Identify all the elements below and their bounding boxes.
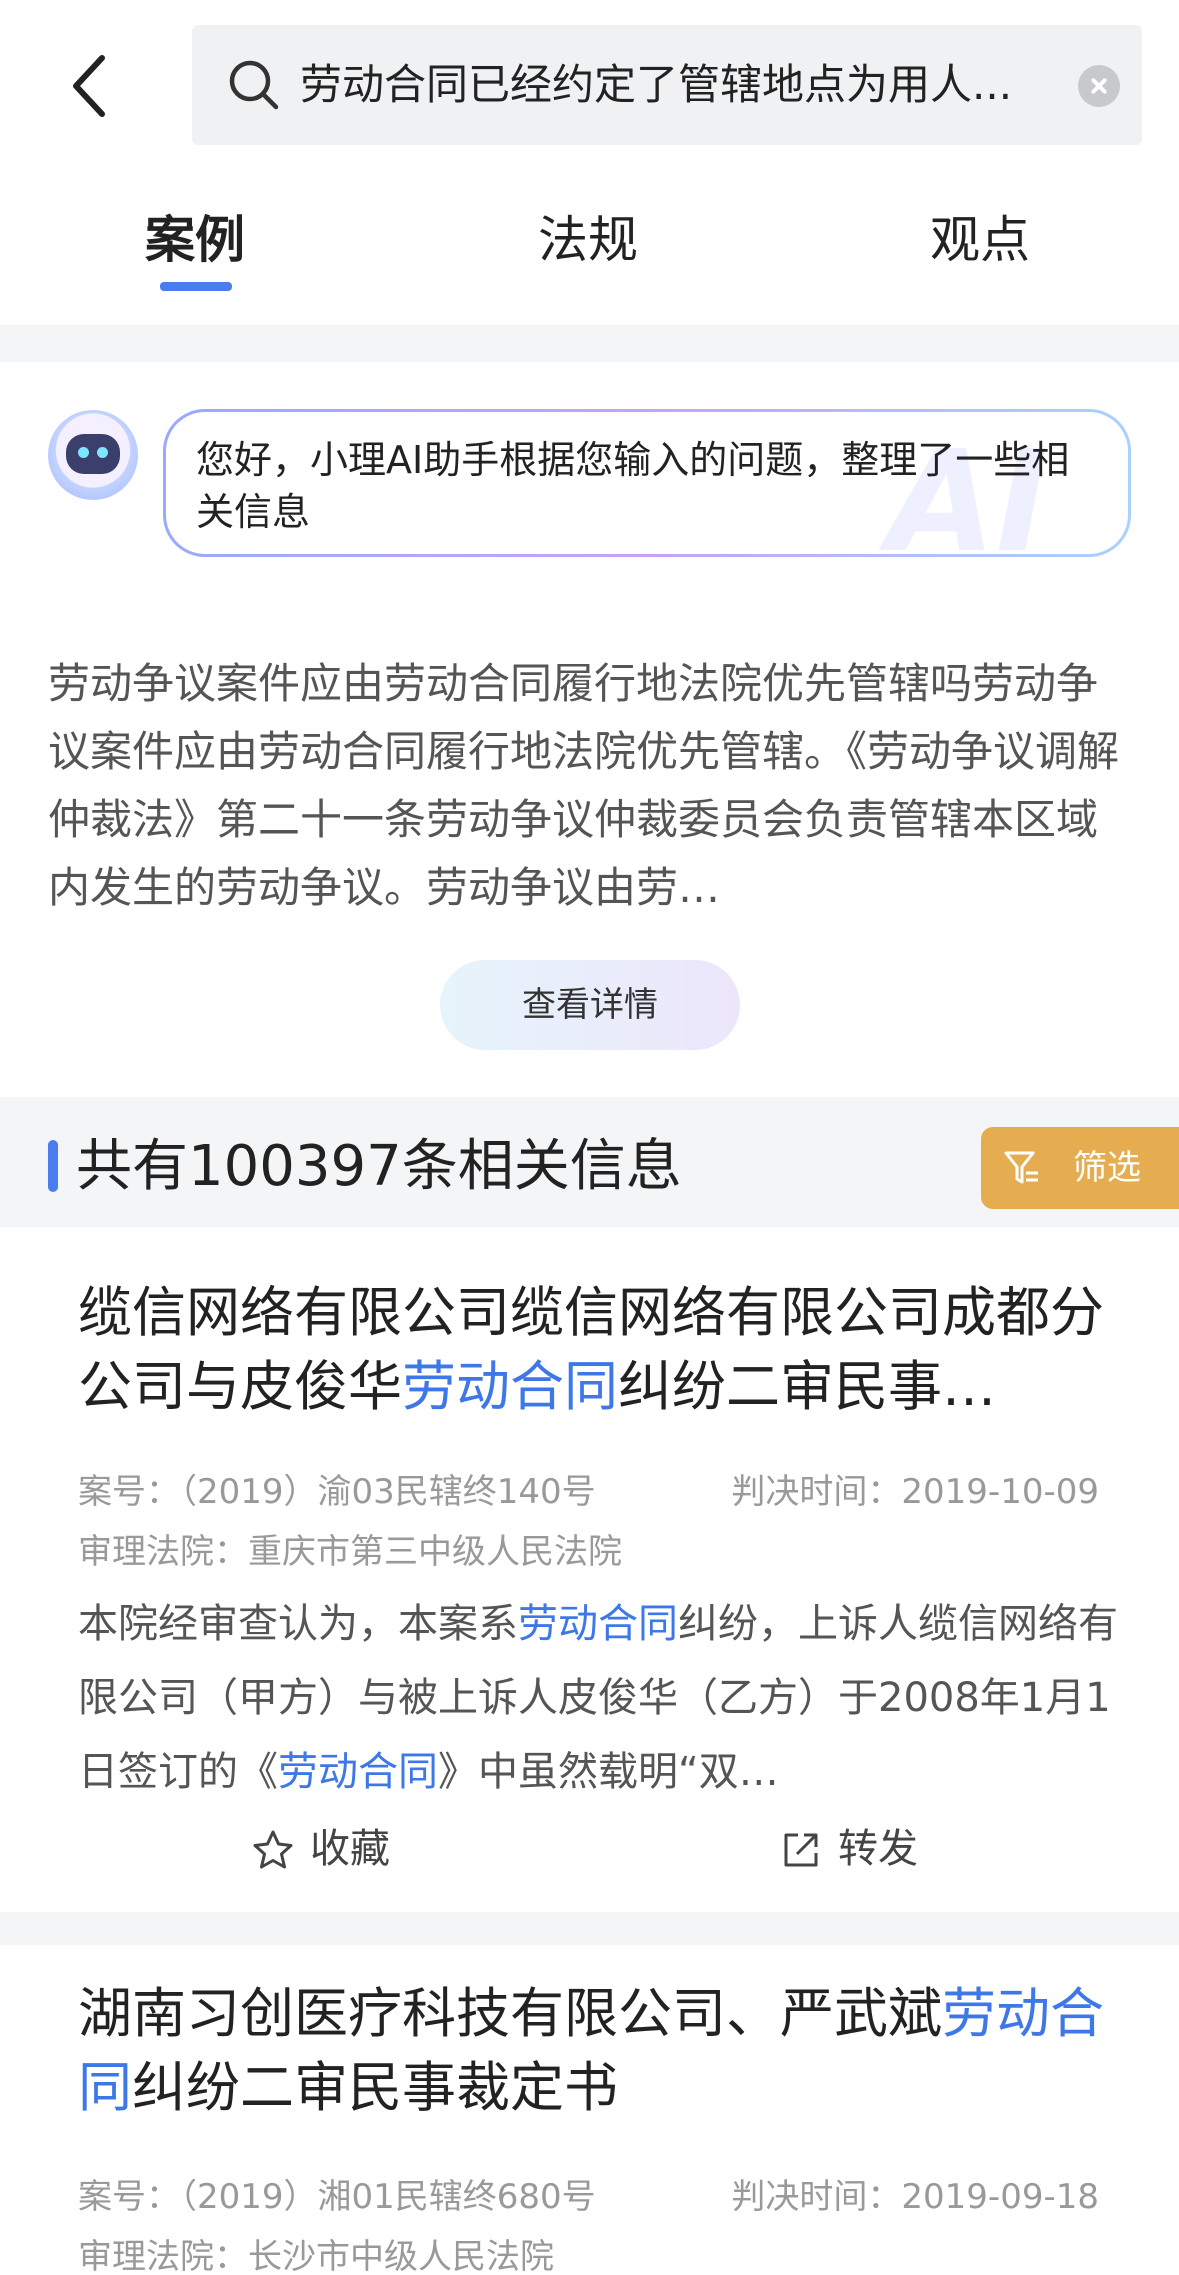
tab-bar: 案例 法规 观点 [0, 160, 1179, 325]
top-bar: 劳动合同已经约定了管辖地点为用人... [0, 0, 1179, 160]
forward-label: 转发 [838, 1826, 918, 1872]
case-title-text-end: 纠纷二审民事裁定书 [132, 2056, 618, 2119]
tab-cases[interactable]: 案例 [145, 205, 245, 275]
search-query[interactable]: 劳动合同已经约定了管辖地点为用人... [300, 57, 1040, 113]
favorite-label: 收藏 [310, 1826, 390, 1872]
search-bar[interactable]: 劳动合同已经约定了管辖地点为用人... [192, 25, 1142, 145]
filter-button[interactable]: 筛选 [981, 1127, 1179, 1209]
tab-regulations[interactable]: 法规 [538, 205, 638, 275]
case-title[interactable]: 缆信网络有限公司缆信网络有限公司成都分公司与皮俊华劳动合同纠纷二审民事… [78, 1276, 1118, 1424]
favorite-button[interactable]: 收藏 [252, 1819, 452, 1879]
trial-court: 审理法院：长沙市中级人民法院 [78, 2237, 554, 2275]
share-icon [784, 1833, 818, 1867]
tab-opinions[interactable]: 观点 [930, 205, 1030, 275]
active-tab-indicator [160, 282, 232, 291]
case-title-highlight: 劳动合同 [402, 1355, 618, 1418]
filter-icon [1004, 1151, 1038, 1184]
clear-icon[interactable] [1078, 65, 1120, 107]
ai-assistant-panel: AI 您好，小理AI助手根据您输入的问题，整理了一些相关信息 劳动争议案件应由劳… [0, 362, 1179, 1097]
case-title-text: 湖南习创医疗科技有限公司、严武斌 [78, 1982, 942, 2045]
case-card[interactable]: 缆信网络有限公司缆信网络有限公司成都分公司与皮俊华劳动合同纠纷二审民事… 案号：… [0, 1227, 1179, 1912]
results-count: 共有100397条相关信息 [76, 1134, 682, 1199]
trial-court: 审理法院：重庆市第三中级人民法院 [78, 1532, 622, 1572]
case-title[interactable]: 湖南习创医疗科技有限公司、严武斌劳动合同纠纷二审民事裁定书 [78, 1977, 1118, 2125]
case-number: 案号：（2019）渝03民辖终140号 [78, 1472, 596, 1512]
section-marker [48, 1140, 58, 1192]
ai-summary-text: 劳动争议案件应由劳动合同履行地法院优先管辖吗劳动争议案件应由劳动合同履行地法院优… [48, 659, 1120, 912]
case-card[interactable]: 湖南习创医疗科技有限公司、严武斌劳动合同纠纷二审民事裁定书 案号：（2019）湘… [0, 1945, 1179, 2275]
filter-label: 筛选 [1073, 1148, 1141, 1188]
ai-greeting-text: 您好，小理AI助手根据您输入的问题，整理了一些相关信息 [196, 438, 1070, 534]
judgment-date: 判决时间：2019-09-18 [731, 2177, 1099, 2217]
judgment-date: 判决时间：2019-10-09 [731, 1472, 1099, 1512]
view-details-button[interactable]: 查看详情 [440, 960, 740, 1050]
results-header: 共有100397条相关信息 筛选 [0, 1097, 1179, 1227]
robot-avatar-icon [48, 410, 138, 500]
case-title-text-end: 纠纷二审民事… [618, 1355, 996, 1418]
case-excerpt: 本院经审查认为，本案系劳动合同纠纷，上诉人缆信网络有限公司（甲方）与被上诉人皮俊… [78, 1601, 1118, 1795]
back-arrow-icon[interactable] [58, 46, 128, 126]
case-number: 案号：（2019）湘01民辖终680号 [78, 2177, 596, 2217]
search-icon [229, 60, 279, 110]
ai-greeting-bubble: AI 您好，小理AI助手根据您输入的问题，整理了一些相关信息 [163, 409, 1131, 557]
forward-button[interactable]: 转发 [780, 1819, 980, 1879]
star-icon [253, 1830, 293, 1869]
